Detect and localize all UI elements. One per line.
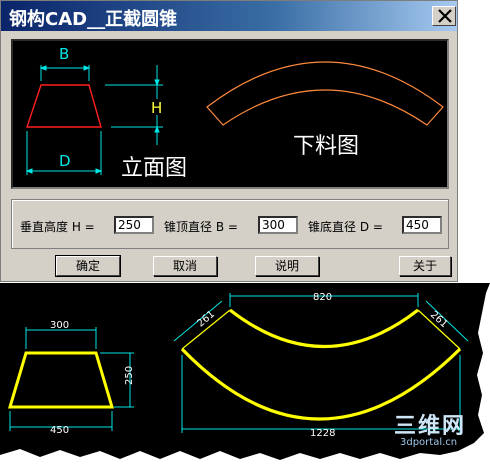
label-b: B <box>59 45 69 63</box>
top-width-label: 300 <box>50 320 69 331</box>
height-input[interactable]: 250 <box>114 216 154 234</box>
close-button[interactable] <box>432 6 456 26</box>
parameter-group: 垂直高度 H = 250 锥顶直径 B = 300 锥底直径 D = 450 <box>11 199 449 249</box>
height-label: 垂直高度 H = <box>20 220 95 234</box>
bottom-diameter-label: 锥底直径 D = <box>308 220 383 234</box>
about-button[interactable]: 关于 <box>399 256 451 276</box>
bottom-width-label: 450 <box>50 425 69 436</box>
watermark-url: 3dportal.cn <box>400 437 458 448</box>
label-h: H <box>151 99 162 117</box>
close-icon <box>438 9 452 23</box>
help-button[interactable]: 说明 <box>255 256 319 276</box>
label-d: D <box>59 152 71 170</box>
blank-arc <box>206 61 444 126</box>
bottom-chord-label: 1228 <box>310 428 335 439</box>
ok-button[interactable]: 确定 <box>55 255 121 277</box>
top-diameter-input[interactable]: 300 <box>258 216 298 234</box>
cancel-button[interactable]: 取消 <box>153 256 217 276</box>
blank-view-label: 下料图 <box>293 134 359 159</box>
bottom-diameter-input[interactable]: 450 <box>402 216 442 234</box>
preview-canvas: B H D 立面图 下料图 <box>11 39 449 189</box>
title-bar: 钢构CAD__正截圆锥 <box>1 1 457 31</box>
frustum-outline <box>26 84 102 128</box>
height-dim-label: 250 <box>124 366 135 385</box>
dim-b <box>39 65 91 81</box>
watermark-brand: 三维网 <box>394 414 467 439</box>
window-title: 钢构CAD__正截圆锥 <box>9 9 178 30</box>
dialog-window: 钢构CAD__正截圆锥 B H D 立面图 下料图 垂直高度 H = 250 锥… <box>0 0 458 282</box>
front-view-label: 立面图 <box>121 156 187 181</box>
arc-chord-label: 820 <box>313 292 332 303</box>
top-diameter-label: 锥顶直径 B = <box>164 220 238 234</box>
